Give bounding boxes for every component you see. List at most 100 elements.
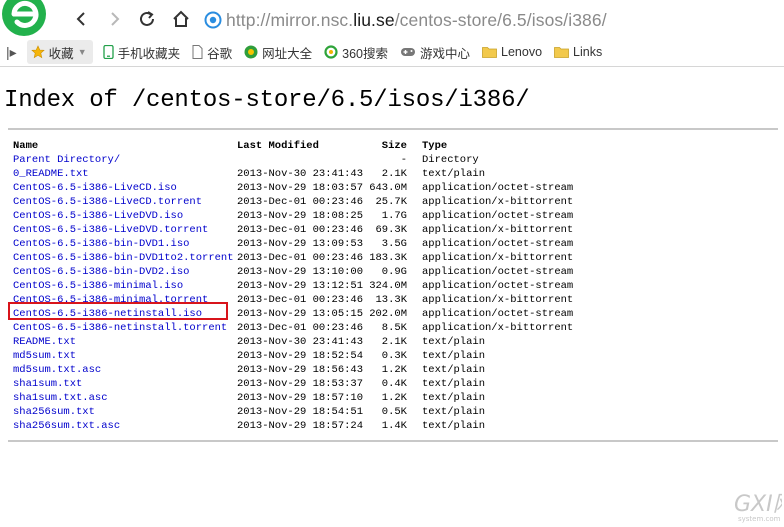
column-header-name[interactable]: Name — [13, 139, 38, 153]
file-link[interactable]: sha1sum.txt.asc — [13, 391, 108, 405]
file-type: application/octet-stream — [422, 308, 574, 320]
page-title: Index of /centos-store/6.5/isos/i386/ — [4, 87, 530, 114]
file-link[interactable]: md5sum.txt.asc — [13, 363, 101, 377]
file-link[interactable]: CentOS-6.5-i386-LiveCD.iso — [13, 181, 177, 195]
file-type: application/octet-stream — [422, 182, 574, 194]
bookmark-360-search[interactable]: 360搜索 — [320, 40, 392, 64]
file-modified: 2013-Dec-01 00:23:46 — [237, 224, 364, 236]
file-size: 2.1K — [381, 168, 407, 180]
divider-top — [8, 128, 778, 130]
url-path: /centos-store/6.5/isos/i386/ — [394, 9, 607, 30]
file-link[interactable]: sha256sum.txt.asc — [13, 419, 120, 433]
bookmark-label: 游戏中心 — [420, 46, 471, 61]
forward-button[interactable] — [104, 8, 126, 30]
file-type: application/octet-stream — [422, 266, 574, 278]
file-type: text/plain — [422, 364, 486, 376]
file-size: 183.3K — [369, 252, 407, 264]
address-bar[interactable]: http://mirror.nsc.liu.se/centos-store/6.… — [204, 8, 778, 32]
bookmark-favorites-label: 收藏 — [48, 46, 74, 61]
column-header-type[interactable]: Type — [422, 139, 447, 153]
file-modified: 2013-Nov-30 23:41:43 — [237, 336, 364, 348]
bookmark-google[interactable]: 谷歌 — [188, 40, 236, 64]
file-type: application/x-bittorrent — [422, 322, 574, 334]
bookmark-links[interactable]: Links — [550, 40, 606, 64]
file-link[interactable]: CentOS-6.5-i386-bin-DVD1to2.torrent — [13, 251, 234, 265]
sidebar-toggle-icon[interactable]: |▸ — [6, 44, 17, 61]
home-icon — [173, 10, 189, 27]
file-link[interactable]: CentOS-6.5-i386-LiveDVD.iso — [13, 209, 183, 223]
file-type: text/plain — [422, 406, 486, 418]
file-size: 0.5K — [381, 406, 407, 418]
highlight-box — [8, 302, 228, 320]
page-content: Index of /centos-store/6.5/isos/i386/ Na… — [0, 67, 784, 523]
file-link[interactable]: README.txt — [13, 335, 76, 349]
file-modified: 2013-Dec-01 00:23:46 — [237, 294, 364, 306]
bookmark-lenovo[interactable]: Lenovo — [478, 40, 546, 64]
file-modified: 2013-Nov-29 18:57:24 — [237, 420, 364, 432]
bookmark-label: 网址大全 — [262, 46, 313, 61]
file-link[interactable]: 0_README.txt — [13, 167, 89, 181]
site-info-icon — [204, 11, 222, 29]
file-type: application/octet-stream — [422, 280, 574, 292]
file-modified: 2013-Nov-29 18:53:37 — [237, 378, 364, 390]
file-modified: 2013-Nov-29 18:03:57 — [237, 182, 364, 194]
forward-arrow-icon — [111, 12, 120, 26]
file-link[interactable]: CentOS-6.5-i386-minimal.iso — [13, 279, 183, 293]
refresh-button[interactable] — [136, 8, 158, 30]
file-size: 69.3K — [375, 224, 407, 236]
file-modified: 2013-Nov-30 23:41:43 — [237, 168, 364, 180]
file-link[interactable]: CentOS-6.5-i386-LiveDVD.torrent — [13, 223, 208, 237]
chevron-down-icon: ▼ — [77, 47, 87, 57]
file-modified: 2013-Dec-01 00:23:46 — [237, 322, 364, 334]
home-button[interactable] — [170, 8, 192, 30]
file-type: text/plain — [422, 336, 486, 348]
file-size: 13.3K — [375, 294, 407, 306]
file-size: 8.5K — [381, 322, 407, 334]
star-icon — [30, 45, 45, 59]
bookmark-mobile[interactable]: 手机收藏夹 — [99, 40, 185, 64]
browser-logo-icon[interactable] — [0, 0, 48, 38]
file-modified: 2013-Nov-29 13:05:15 — [237, 308, 364, 320]
file-modified: 2013-Nov-29 18:56:43 — [237, 364, 364, 376]
gamepad-icon — [401, 48, 416, 56]
bookmark-game-center[interactable]: 游戏中心 — [396, 40, 474, 64]
file-link[interactable]: CentOS-6.5-i386-bin-DVD1.iso — [13, 237, 189, 251]
file-size: 25.7K — [375, 196, 407, 208]
bookmarks-bar: |▸ 收藏 ▼ 手机收藏夹 谷歌 网址大全 360搜索 游戏中心 Lenovo … — [0, 38, 784, 67]
folder-icon — [482, 47, 497, 58]
file-type: application/octet-stream — [422, 210, 574, 222]
web-directory-icon — [244, 45, 258, 59]
file-link[interactable]: CentOS-6.5-i386-netinstall.torrent — [13, 321, 227, 335]
file-size: 0.9G — [381, 266, 407, 278]
file-type: application/x-bittorrent — [422, 252, 574, 264]
file-link[interactable]: CentOS-6.5-i386-bin-DVD2.iso — [13, 265, 189, 279]
url-prefix: http://mirror.nsc. — [226, 9, 354, 30]
file-modified: 2013-Nov-29 18:52:54 — [237, 350, 364, 362]
file-type: application/octet-stream — [422, 238, 574, 250]
address-url[interactable]: http://mirror.nsc.liu.se/centos-store/6.… — [226, 10, 607, 31]
file-link[interactable]: sha256sum.txt — [13, 405, 95, 419]
file-size: 1.4K — [381, 420, 407, 432]
file-type: application/x-bittorrent — [422, 196, 574, 208]
back-button[interactable] — [70, 8, 92, 30]
parent-directory-link[interactable]: Parent Directory/ — [13, 153, 120, 167]
bookmark-web-directory[interactable]: 网址大全 — [240, 40, 316, 64]
file-link[interactable]: sha1sum.txt — [13, 377, 82, 391]
folder-icon — [554, 47, 569, 58]
file-type: text/plain — [422, 168, 486, 180]
file-link[interactable]: md5sum.txt — [13, 349, 76, 363]
bookmark-favorites[interactable]: 收藏 ▼ — [26, 40, 93, 64]
bookmark-label: Lenovo — [501, 45, 543, 59]
column-header-modified[interactable]: Last Modified — [237, 139, 319, 153]
file-size: 0.4K — [381, 378, 407, 390]
file-size: 324.0M — [369, 280, 407, 292]
file-size: 1.7G — [381, 210, 407, 222]
column-header-size[interactable]: Size — [356, 139, 407, 153]
file-type: text/plain — [422, 392, 486, 404]
bookmark-label: 谷歌 — [207, 46, 233, 61]
file-modified: 2013-Dec-01 00:23:46 — [237, 196, 364, 208]
file-modified: 2013-Dec-01 00:23:46 — [237, 252, 364, 264]
file-type: text/plain — [422, 420, 486, 432]
file-type: application/x-bittorrent — [422, 294, 574, 306]
file-link[interactable]: CentOS-6.5-i386-LiveCD.torrent — [13, 195, 202, 209]
